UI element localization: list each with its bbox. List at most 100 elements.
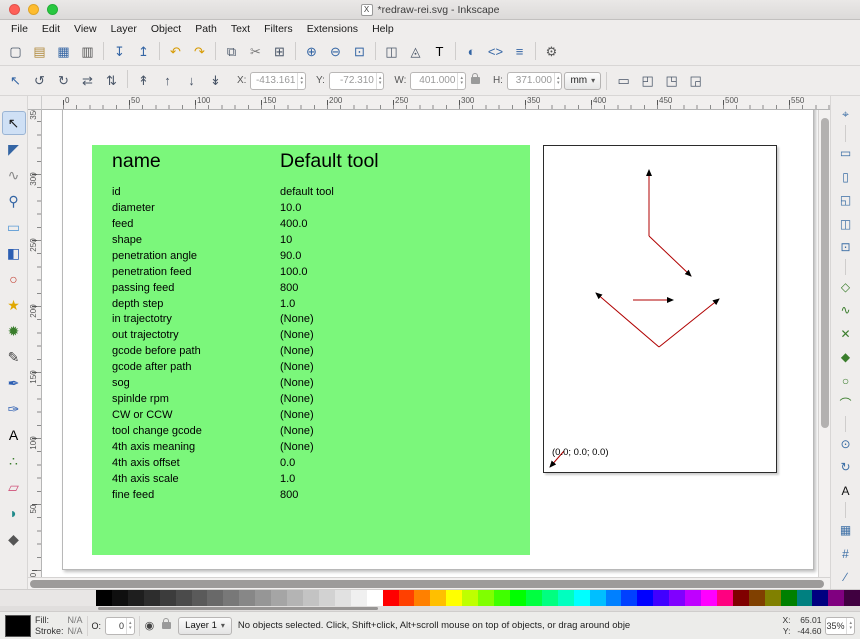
menu-object[interactable]: Object: [144, 23, 188, 35]
snap-bbox-centers-button[interactable]: ⊡: [835, 236, 857, 257]
snap-rotation-centers-button[interactable]: ↻: [835, 456, 857, 477]
palette-swatch[interactable]: [748, 590, 765, 606]
snap-page-border-button[interactable]: ▦: [835, 519, 857, 540]
text-tool-button[interactable]: A: [2, 423, 26, 447]
snap-grids-button[interactable]: #: [835, 543, 857, 564]
palette-swatch[interactable]: [525, 590, 542, 606]
copy-button[interactable]: ⧉: [220, 40, 243, 62]
palette-swatch[interactable]: [653, 590, 670, 606]
zoom-tool-button[interactable]: ⚲: [2, 189, 26, 213]
palette-swatch[interactable]: [669, 590, 686, 606]
menu-layer[interactable]: Layer: [104, 23, 144, 35]
zoom-in-button[interactable]: ⊕: [300, 40, 323, 62]
spiral-tool-button[interactable]: ✹: [2, 319, 26, 343]
align-and-distribute-button[interactable]: ≡: [508, 40, 531, 62]
palette-swatch[interactable]: [446, 590, 463, 606]
opacity-input[interactable]: 0 ▴ ▾: [105, 616, 135, 635]
paint-bucket-tool-button[interactable]: ◗: [2, 501, 26, 525]
palette-swatch[interactable]: [621, 590, 638, 606]
snap-bounding-box-button[interactable]: ▭: [835, 143, 857, 164]
paste-button[interactable]: ⊞: [268, 40, 291, 62]
palette-swatch[interactable]: [637, 590, 654, 606]
v-ruler[interactable]: 350 300 250 200 150 100 50 0: [28, 110, 42, 577]
palette-swatch[interactable]: [541, 590, 558, 606]
close-window-button[interactable]: [9, 4, 20, 15]
cut-button[interactable]: ✂: [244, 40, 267, 62]
palette-swatch[interactable]: [716, 590, 733, 606]
palette-swatch[interactable]: [796, 590, 813, 606]
palette-swatch[interactable]: [318, 590, 335, 606]
pen-tool-button[interactable]: ✒: [2, 371, 26, 395]
palette-swatch[interactable]: [96, 590, 112, 606]
palette-swatch[interactable]: [334, 590, 351, 606]
palette-swatch[interactable]: [127, 590, 144, 606]
calligraphy-tool-button[interactable]: ✑: [2, 397, 26, 421]
snap-guides-button[interactable]: ∕: [835, 566, 857, 587]
horizontal-scrollbar[interactable]: [28, 577, 830, 589]
w-spinner[interactable]: ▴ ▾: [457, 72, 465, 89]
palette-swatch[interactable]: [685, 590, 702, 606]
menu-view[interactable]: View: [67, 23, 104, 35]
menu-help[interactable]: Help: [365, 23, 401, 35]
node-tool-button[interactable]: ◤: [2, 137, 26, 161]
layer-visibility-icon[interactable]: ◉: [145, 619, 155, 632]
palette-swatch[interactable]: [414, 590, 431, 606]
rotate-90-ccw-button[interactable]: ↺: [28, 70, 51, 92]
lock-dimensions-icon[interactable]: [470, 73, 480, 84]
menu-text[interactable]: Text: [224, 23, 257, 35]
vertical-scrollbar-thumb[interactable]: [821, 118, 829, 428]
palette-swatch[interactable]: [589, 590, 606, 606]
menu-edit[interactable]: Edit: [35, 23, 67, 35]
palette-swatch[interactable]: [764, 590, 781, 606]
save-document-button[interactable]: ▦: [52, 40, 75, 62]
minimize-window-button[interactable]: [28, 4, 39, 15]
palette-swatch[interactable]: [478, 590, 495, 606]
palette-swatch[interactable]: [143, 590, 160, 606]
spray-tool-button[interactable]: ∴: [2, 449, 26, 473]
flip-vertical-button[interactable]: ⇅: [100, 70, 123, 92]
palette-swatch[interactable]: [239, 590, 256, 606]
xml-editor-button[interactable]: <>: [484, 40, 507, 62]
fill-stroke-swatch[interactable]: [5, 614, 31, 637]
raise-button[interactable]: ↑: [156, 70, 179, 92]
preferences-button[interactable]: ⚙: [540, 40, 563, 62]
palette-swatch[interactable]: [255, 590, 272, 606]
palette-scrollbar-thumb[interactable]: [98, 607, 378, 610]
snap-path-intersections-button[interactable]: ✕: [835, 323, 857, 344]
y-input[interactable]: -72.310 ▴ ▾: [328, 71, 385, 90]
snap-object-centers-button[interactable]: ⊙: [835, 433, 857, 454]
text-and-font-button[interactable]: T: [428, 40, 451, 62]
palette-swatch[interactable]: [111, 590, 128, 606]
layer-selector[interactable]: Layer 1 ▾: [178, 616, 232, 635]
print-document-button[interactable]: ▥: [76, 40, 99, 62]
palette-swatch[interactable]: [732, 590, 749, 606]
rotate-90-cw-button[interactable]: ↻: [52, 70, 75, 92]
raise-to-top-button[interactable]: ↟: [132, 70, 155, 92]
snap-paths-button[interactable]: ∿: [835, 300, 857, 321]
eraser-tool-button[interactable]: ▱: [2, 475, 26, 499]
y-spinner[interactable]: ▴ ▾: [375, 72, 384, 89]
snap-midpoints-button[interactable]: ⌒: [835, 393, 857, 414]
create-clone-button[interactable]: ◬: [404, 40, 427, 62]
w-input[interactable]: 401.000 ▴ ▾: [410, 71, 466, 90]
transform-patterns-button[interactable]: ◲: [684, 70, 707, 92]
tweak-tool-button[interactable]: ∿: [2, 163, 26, 187]
h-spinner[interactable]: ▴ ▾: [553, 72, 562, 89]
transform-stroke-button[interactable]: ▭: [612, 70, 635, 92]
palette-swatch[interactable]: [398, 590, 415, 606]
canvas[interactable]: name Default tool id default tool diameter…: [42, 110, 818, 577]
zoom-input[interactable]: 35% ▴ ▾: [825, 616, 855, 635]
selector-tool-button[interactable]: ↖: [1, 111, 26, 135]
rectangle-tool-button[interactable]: ▭: [2, 215, 26, 239]
units-dropdown[interactable]: mm ▾: [564, 71, 602, 90]
zoom-out-button[interactable]: ⊖: [324, 40, 347, 62]
snap-cusp-nodes-button[interactable]: ◆: [835, 346, 857, 367]
h-ruler[interactable]: 0 50 100 150 200 250 300 350 400 450 500 550: [42, 96, 830, 110]
maximize-window-button[interactable]: [47, 4, 58, 15]
snap-bbox-midpoints-button[interactable]: ◫: [835, 213, 857, 234]
zoom-spinner[interactable]: ▴ ▾: [846, 617, 854, 634]
toolpath-drawing-object[interactable]: (0.0; 0.0; 0.0): [543, 145, 777, 473]
palette-swatch[interactable]: [159, 590, 176, 606]
palette-swatch[interactable]: [573, 590, 590, 606]
lower-to-bottom-button[interactable]: ↡: [204, 70, 227, 92]
